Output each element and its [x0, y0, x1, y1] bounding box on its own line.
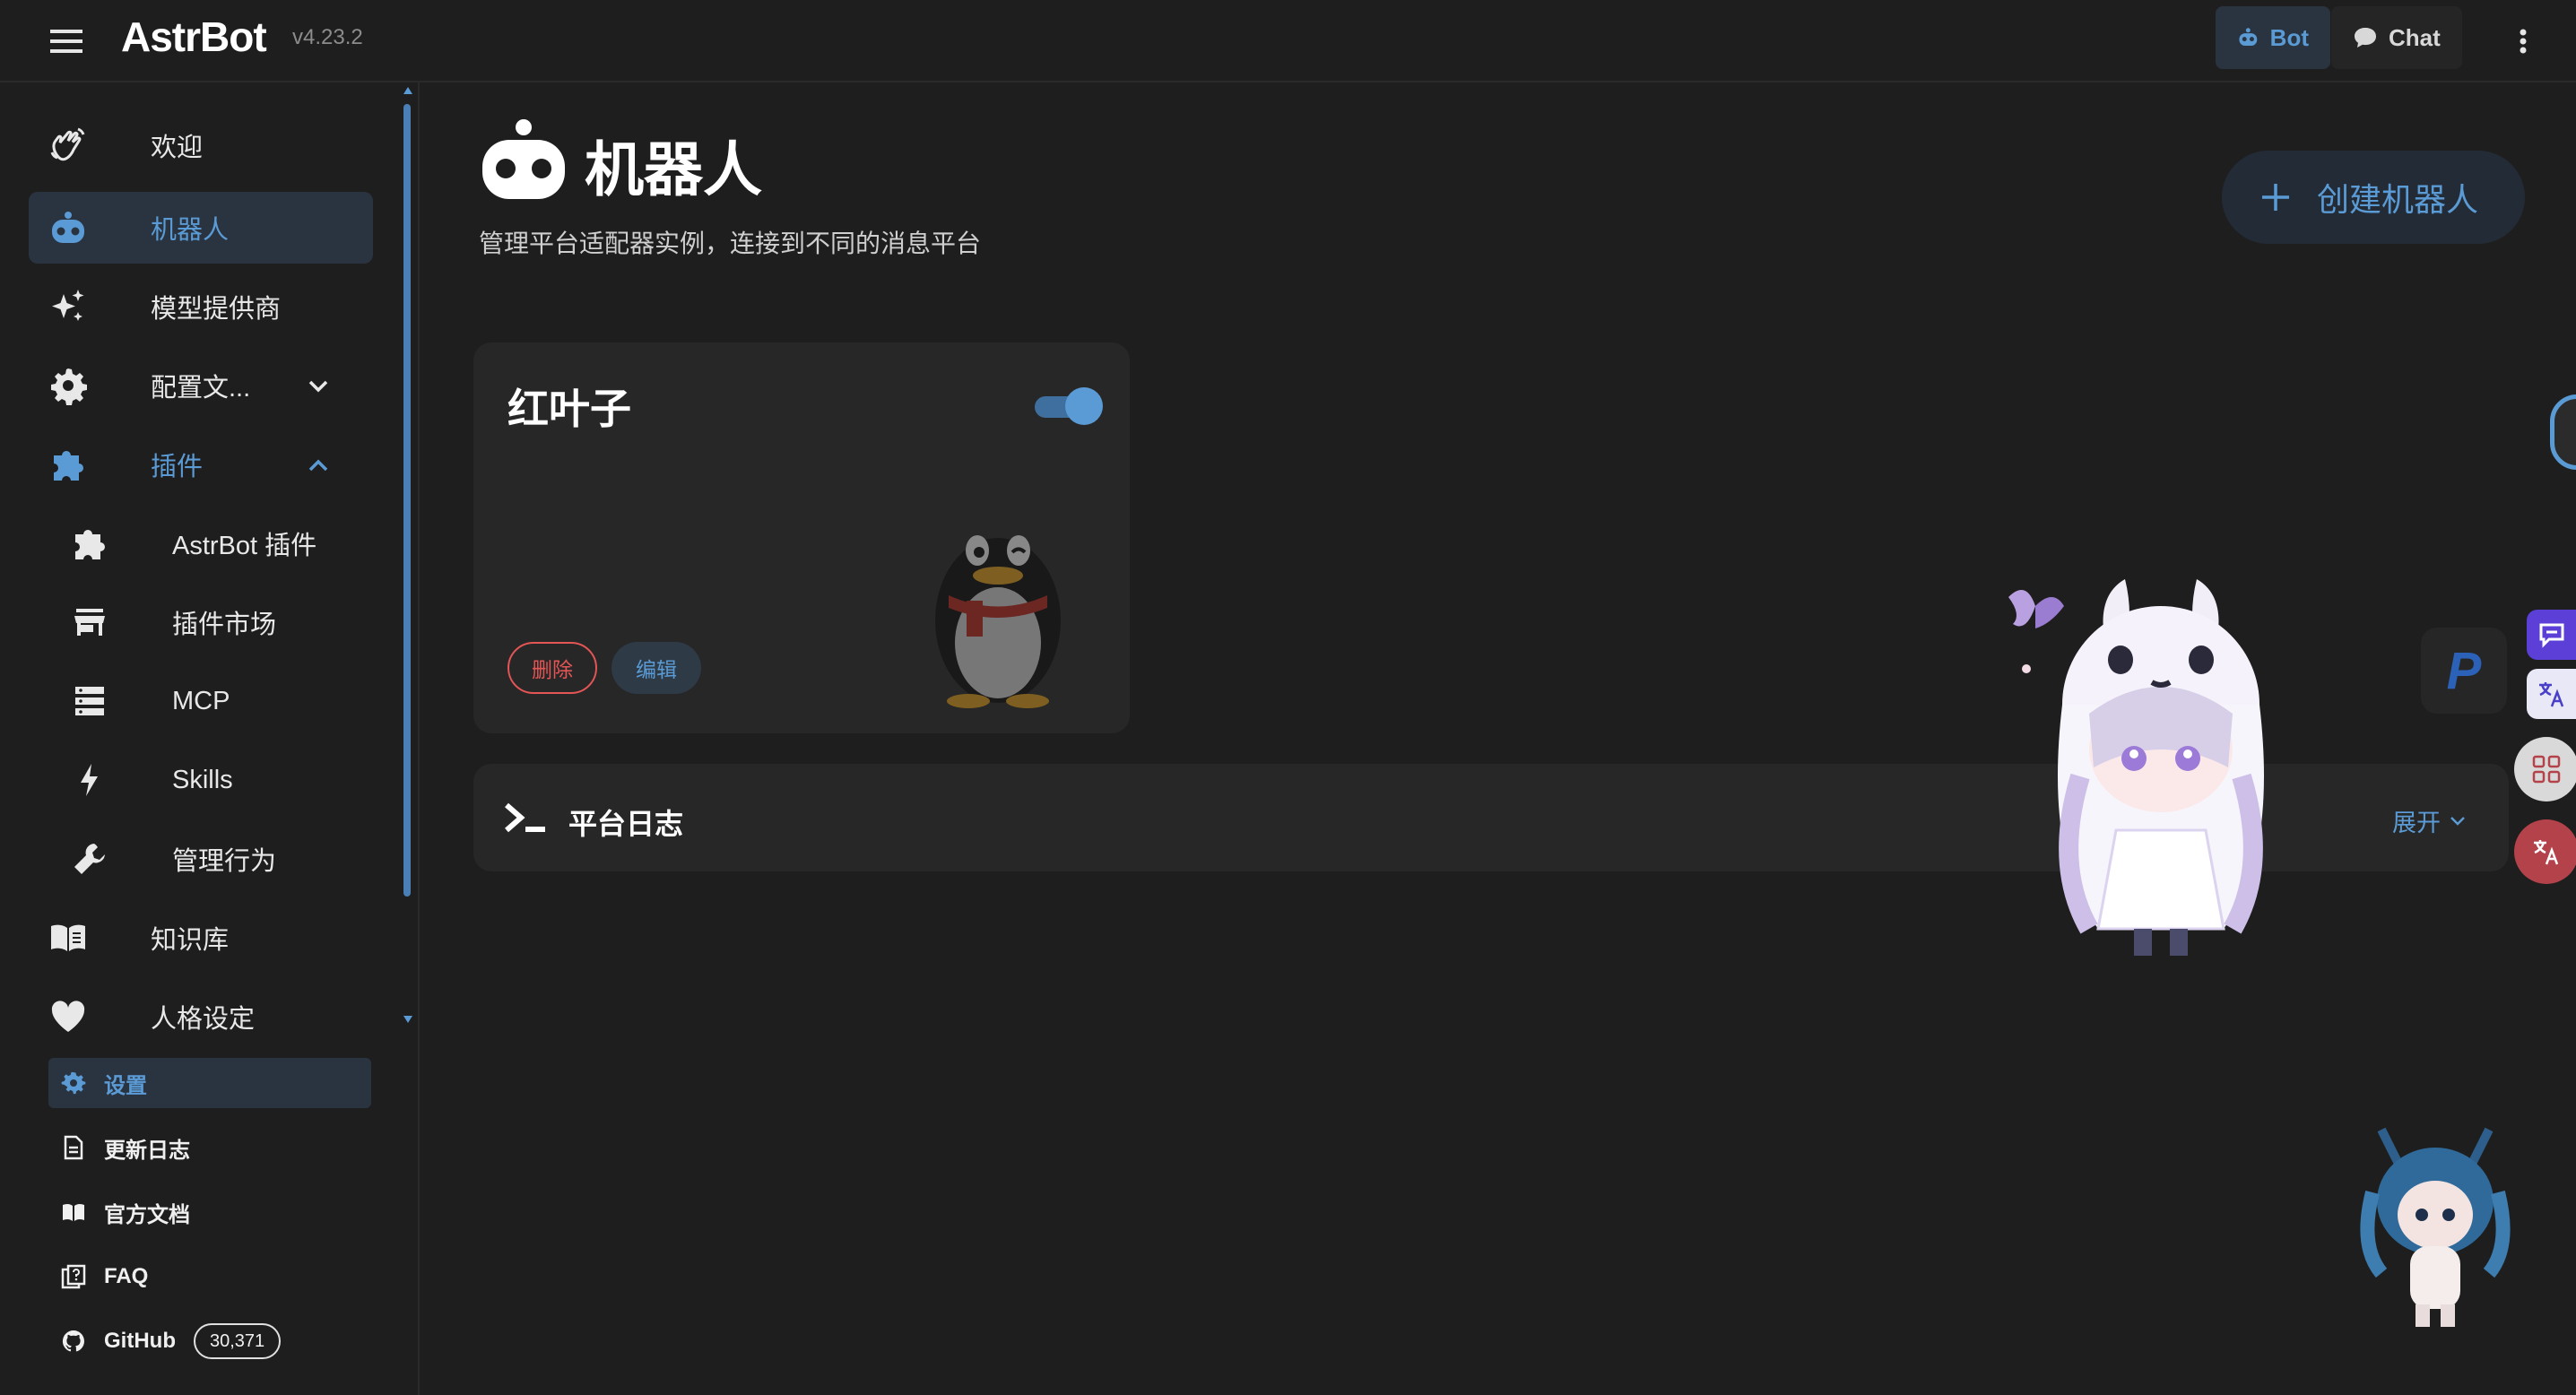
open-book-icon: [51, 924, 85, 951]
bot-enable-toggle[interactable]: [1035, 387, 1103, 425]
sidebar-footer-github[interactable]: GitHub 30,371: [48, 1316, 371, 1366]
plus-icon: [2262, 184, 2289, 211]
sidebar-item-persona[interactable]: 人格设定: [29, 981, 373, 1053]
sidebar-item-label: 机器人: [151, 216, 230, 245]
sidebar-item-providers[interactable]: 模型提供商: [29, 271, 373, 342]
platform-log-title: 平台日志: [568, 808, 684, 840]
scroll-up-arrow-icon[interactable]: [403, 86, 413, 95]
translate-icon: [2539, 682, 2564, 707]
sidebar-footer-faq[interactable]: FAQ: [48, 1252, 371, 1302]
sidebar-item-config[interactable]: 配置文...: [29, 350, 373, 421]
create-bot-button[interactable]: 创建机器人: [2222, 151, 2525, 244]
sidebar-item-plugin-market[interactable]: 插件市场: [29, 586, 373, 658]
sidebar-item-plugins[interactable]: 插件: [29, 429, 373, 500]
sidebar-item-label: 模型提供商: [151, 295, 282, 324]
puzzle-icon: [54, 451, 83, 481]
sidebar-item-label: 人格设定: [151, 1005, 256, 1034]
waving-hand-icon: [50, 127, 85, 161]
sidebar-item-welcome[interactable]: 欢迎: [29, 109, 373, 181]
log-expand-button[interactable]: 展开: [2392, 803, 2468, 838]
sidebar-item-label: 插件: [151, 453, 204, 481]
sidebar-scrollbar-thumb[interactable]: [403, 104, 411, 897]
chat-mode-label: Chat: [2389, 23, 2441, 51]
chat-bubble-icon: [2539, 623, 2564, 648]
puzzle-icon: [75, 530, 105, 559]
lightning-icon: [81, 764, 98, 796]
toggle-knob: [1065, 387, 1103, 425]
delete-bot-button[interactable]: 删除: [507, 642, 597, 694]
anime-mascot-small-image: [2360, 1127, 2511, 1327]
paypal-button[interactable]: P: [2421, 628, 2507, 714]
sidebar-item-label: 插件市场: [172, 611, 277, 639]
page-subtitle: 管理平台适配器实例，连接到不同的消息平台: [479, 230, 982, 257]
document-icon: [64, 1135, 83, 1160]
bot-name: 红叶子: [507, 386, 631, 432]
chat-bubble-icon: [2355, 28, 2376, 48]
qq-penguin-icon: [935, 535, 1061, 708]
floating-chat-button[interactable]: [2527, 610, 2576, 660]
bot-mode-button[interactable]: Bot: [2216, 6, 2330, 69]
sidebar-item-label: 配置文...: [151, 374, 251, 403]
footer-label: FAQ: [104, 1264, 149, 1288]
sidebar-item-label: MCP: [172, 686, 230, 715]
app-brand: AstrBot: [121, 13, 267, 60]
wrench-icon: [74, 844, 105, 874]
sidebar-item-skills[interactable]: Skills: [29, 744, 373, 816]
apps-grid-button[interactable]: [2514, 737, 2576, 801]
scroll-down-arrow-icon[interactable]: [403, 1015, 413, 1024]
app-version: v4.23.2: [292, 25, 363, 49]
translate-icon: [2534, 840, 2559, 865]
chevron-down-icon: [308, 380, 328, 393]
footer-label: 设置: [104, 1073, 147, 1098]
robot-icon: [482, 119, 565, 199]
heart-icon: [51, 1001, 85, 1032]
robot-icon: [52, 212, 84, 243]
apps-grid-icon: [2532, 755, 2561, 784]
sidebar-item-label: 知识库: [151, 926, 230, 955]
github-icon: [62, 1330, 84, 1352]
server-icon: [75, 687, 104, 715]
sidebar-item-label: 管理行为: [172, 847, 277, 876]
github-star-count: 30,371: [194, 1323, 282, 1359]
sidebar-item-mcp[interactable]: MCP: [29, 665, 373, 737]
sidebar-item-bots[interactable]: 机器人: [29, 192, 373, 264]
gear-icon: [61, 1071, 86, 1095]
edit-bot-button[interactable]: 编辑: [611, 642, 701, 694]
footer-label: 更新日志: [104, 1138, 190, 1163]
top-app-bar: AstrBot v4.23.2 Bot Chat: [0, 0, 2576, 82]
chat-mode-button[interactable]: Chat: [2331, 6, 2462, 69]
hamburger-menu-icon[interactable]: [45, 20, 88, 63]
chevron-up-icon: [308, 459, 328, 472]
more-vert-icon[interactable]: [2507, 20, 2539, 63]
anime-mascot-image: [2008, 579, 2264, 956]
robot-icon: [2239, 28, 2258, 47]
sidebar-item-admin-behavior[interactable]: 管理行为: [29, 823, 373, 895]
chevron-down-icon: [2450, 816, 2465, 826]
page-title: 机器人: [585, 136, 762, 203]
log-expand-label: 展开: [2392, 810, 2441, 836]
sidebar-footer-settings[interactable]: 设置: [48, 1058, 371, 1108]
footer-label: GitHub: [104, 1329, 176, 1353]
sidebar-item-label: AstrBot 插件: [172, 532, 317, 560]
terminal-icon: [505, 802, 545, 833]
translate-round-button[interactable]: [2514, 819, 2576, 884]
footer-label: 官方文档: [104, 1202, 190, 1227]
help-book-icon: [61, 1264, 86, 1289]
store-icon: [74, 609, 105, 636]
sparkles-icon: [52, 290, 84, 321]
sidebar-item-knowledge-base[interactable]: 知识库: [29, 902, 373, 974]
sidebar-item-astrbot-plugins[interactable]: AstrBot 插件: [29, 507, 373, 579]
floating-avatar-button[interactable]: [2550, 394, 2576, 470]
bot-mode-label: Bot: [2269, 23, 2309, 51]
sidebar-footer-changelog[interactable]: 更新日志: [48, 1122, 371, 1173]
sidebar-item-label: Skills: [172, 765, 233, 794]
sidebar-footer-docs[interactable]: 官方文档: [48, 1187, 371, 1237]
translate-button[interactable]: [2527, 669, 2576, 719]
sidebar-item-label: 欢迎: [151, 134, 204, 162]
bot-card: 红叶子 删除 编辑: [473, 342, 1130, 733]
open-book-icon: [63, 1203, 84, 1221]
create-bot-label: 创建机器人: [2317, 181, 2479, 218]
sidebar: 欢迎 机器人 模型提供商 配置文... 插件 AstrBot 插件 插件市场 M…: [0, 82, 420, 1395]
gear-icon: [51, 368, 87, 405]
